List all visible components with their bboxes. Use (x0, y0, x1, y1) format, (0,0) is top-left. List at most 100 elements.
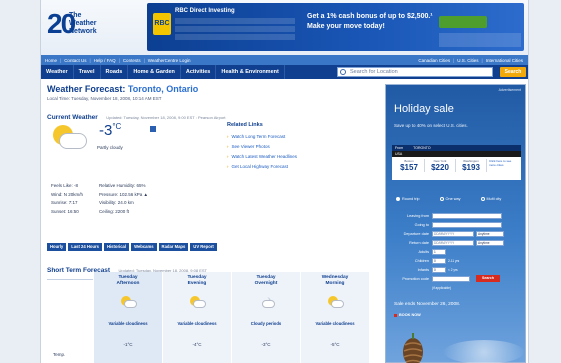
fare-cell[interactable]: Boston $157 (394, 159, 425, 172)
partly-cloudy-icon (188, 296, 206, 309)
webpage: 20 The Weather Network RBC RBC Direct In… (40, 0, 529, 363)
form-row: Adults 1 (396, 247, 521, 256)
fare-price: $193 (462, 163, 480, 172)
banner-offer-line2: Make your move today! (307, 23, 385, 30)
period-column: Tuesday Overnight Cloudy periods -3°C (231, 272, 300, 363)
link-contests[interactable]: Contests (123, 58, 141, 63)
nav-roads[interactable]: Roads (101, 65, 129, 79)
fare-more-link[interactable]: Click here to see more cities (487, 159, 515, 172)
related-link-headlines[interactable]: Watch Latest Weather Headlines (227, 152, 367, 162)
tab-webcams[interactable]: Webcams (131, 243, 157, 251)
period-condition: Variable cloudiness (108, 321, 148, 326)
period-condition: Variable cloudiness (315, 321, 355, 326)
label-infants: Infants (417, 267, 429, 272)
form-row: Return date DD/MM/YYYY Anytime (396, 238, 521, 247)
period-temp: -3°C (261, 342, 271, 347)
link-help[interactable]: Help / FAQ (94, 58, 116, 63)
flight-search-button[interactable]: Search (476, 275, 500, 282)
nav-home-garden[interactable]: Home & Garden (128, 65, 181, 79)
temp-value: -3 (99, 122, 113, 139)
tab-hourly[interactable]: Hourly (47, 243, 67, 251)
tab-uv-report[interactable]: UV Report (190, 243, 217, 251)
trip-multi[interactable]: Multi city (480, 197, 512, 201)
children-select[interactable]: 0 (432, 257, 446, 264)
separator: | (453, 57, 455, 63)
departure-date-input[interactable]: DD/MM/YYYY (432, 230, 474, 237)
going-to-input[interactable] (432, 221, 502, 228)
banner-rate-rows (175, 18, 295, 48)
link-home[interactable]: Home (45, 58, 57, 63)
period-temp: -4°C (192, 342, 202, 347)
trip-round[interactable]: Round trip (396, 197, 430, 201)
radio-selected-icon (396, 197, 400, 201)
form-row: Going to (396, 220, 521, 229)
fare-table: From TORONTO USA Boston $157 New York $2… (392, 145, 521, 180)
rbc-banner-ad[interactable]: RBC RBC Direct Investing Get a 1% cash b… (147, 3, 524, 51)
related-links: Related Links Watch Long Term Forecast S… (227, 122, 367, 172)
tab-historical[interactable]: Historical (103, 243, 130, 251)
detail-row: Sunrise: 7:17 Visibility: 24.0 km (51, 199, 201, 208)
nav-activities[interactable]: Activities (181, 65, 217, 79)
period-temp: -5°C (330, 342, 340, 347)
current-weather-title: Current Weather (47, 114, 98, 121)
search-input[interactable]: Search for Location (337, 67, 493, 77)
form-row: Leaving from (396, 211, 521, 220)
search-button[interactable]: Search (500, 67, 526, 77)
current-details: Feels Like: -8 Relative Humidity: 65% Wi… (51, 182, 201, 216)
link-login[interactable]: WeatherCentre Login (148, 58, 191, 63)
related-link-long-term[interactable]: Watch Long Term Forecast (227, 132, 367, 142)
visibility: Visibility: 24.0 km (99, 200, 134, 205)
promo-note: (if applicable) (432, 285, 451, 290)
form-row: Departure date DD/MM/YYYY Anytime (396, 229, 521, 238)
tab-radar-maps[interactable]: Radar Maps (158, 243, 189, 251)
holiday-sale-ad[interactable]: Advertisement Holiday sale Save up to 40… (385, 84, 526, 363)
trip-type-options: Round trip One way Multi city (396, 197, 521, 201)
nav-health-environment[interactable]: Health & Environment (216, 65, 285, 79)
weather-network-logo[interactable]: 20 The Weather Network (47, 8, 103, 48)
link-contact[interactable]: Contact Us (64, 58, 86, 63)
related-link-highway[interactable]: Get Local Highway Forecast (227, 162, 367, 172)
link-international-cities[interactable]: International Cities (486, 58, 523, 63)
tab-last-24-hours[interactable]: Last 24 Hours (68, 243, 102, 251)
period-condition: Variable cloudiness (177, 321, 217, 326)
pine-cone-icon (403, 333, 423, 363)
sunrise: Sunrise: 7:17 (51, 200, 78, 205)
main-nav: Weather Travel Roads Home & Garden Activ… (41, 65, 528, 79)
departure-time-select[interactable]: Anytime (476, 230, 504, 237)
detail-row: Sunset: 16:50 Ceiling: 2200 ft (51, 208, 201, 217)
fare-from-label: From (395, 146, 404, 150)
wind: Wind: N 20km/h (51, 191, 84, 197)
fare-cell[interactable]: Washington $193 (456, 159, 487, 172)
banner-cta-button[interactable] (439, 16, 487, 28)
site-header: 20 The Weather Network RBC RBC Direct In… (41, 0, 528, 55)
separator: | (143, 57, 145, 63)
return-date-input[interactable]: DD/MM/YYYY (432, 239, 474, 246)
trip-oneway[interactable]: One way (439, 197, 471, 201)
screenshot-frame: 20 The Weather Network RBC RBC Direct In… (0, 0, 561, 363)
adults-select[interactable]: 1 (432, 248, 446, 255)
link-us-cities[interactable]: U.S. Cities (457, 58, 478, 63)
return-time-select[interactable]: Anytime (476, 239, 504, 246)
nav-weather[interactable]: Weather (41, 65, 74, 79)
banner-row (175, 26, 295, 32)
promo-code-input[interactable] (432, 275, 470, 282)
link-canadian-cities[interactable]: Canadian Cities (418, 58, 450, 63)
city-name: Toronto, Ontario (127, 84, 199, 94)
infants-select[interactable]: 0 (432, 266, 446, 273)
label-departure-date: Departure date (403, 231, 429, 236)
fare-cell[interactable]: New York $220 (425, 159, 456, 172)
main-content: Weather Forecast: Toronto, Ontario Local… (47, 84, 369, 363)
related-link-viewer-photos[interactable]: See Viewer Photos (227, 142, 367, 152)
separator: | (60, 57, 62, 63)
label-leaving-from: Leaving from (407, 213, 429, 218)
cloud-shape (59, 133, 87, 149)
ad-tag: Advertisement (498, 88, 521, 92)
fare-cells: Boston $157 New York $220 Washington $19… (392, 157, 521, 174)
sunset: Sunset: 16:50 (51, 208, 79, 214)
leaving-from-input[interactable] (432, 212, 502, 219)
nav-travel[interactable]: Travel (74, 65, 101, 79)
period-temp: -1°C (123, 342, 133, 347)
unit-toggle-button[interactable] (150, 126, 156, 132)
feels-like: Feels Like: -8 (51, 183, 79, 188)
book-now-link[interactable]: BOOK NOW (394, 313, 421, 317)
